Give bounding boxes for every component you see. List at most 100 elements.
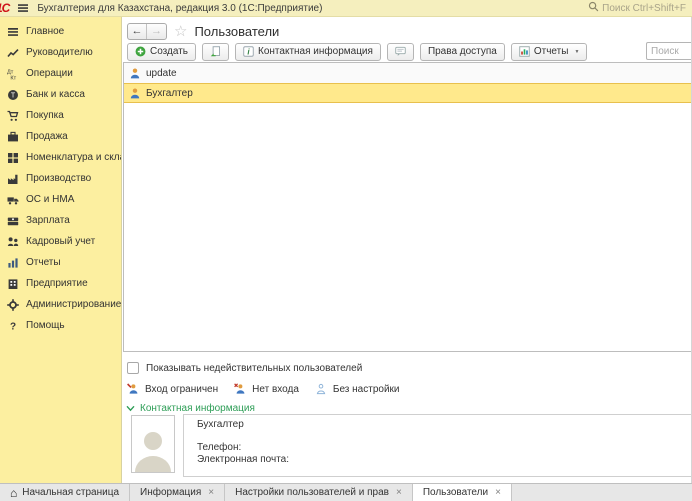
tab-informaciya[interactable]: Информация × bbox=[130, 484, 225, 501]
briefcase-icon bbox=[7, 131, 19, 143]
sidebar-item-proizvodstvo[interactable]: Производство bbox=[0, 168, 121, 189]
help-icon: ? bbox=[7, 320, 19, 332]
money-icon bbox=[7, 215, 19, 227]
window-title: Бухгалтерия для Казахстана, редакция 3.0… bbox=[37, 3, 322, 14]
svg-text:Т: Т bbox=[11, 92, 16, 99]
chevron-down-icon bbox=[126, 405, 135, 412]
user-restricted-icon bbox=[127, 383, 139, 395]
factory-icon bbox=[7, 173, 19, 185]
sidebar-item-pokupka[interactable]: Покупка bbox=[0, 105, 121, 126]
contact-name: Бухгалтер bbox=[197, 419, 692, 430]
contact-info-button-label: Контактная информация bbox=[258, 46, 373, 57]
contact-phone-label: Телефон: bbox=[197, 442, 692, 454]
sidebar-item-os-i-nma[interactable]: ОС и НМА bbox=[0, 189, 121, 210]
sidebar-item-pomosch[interactable]: ? Помощь bbox=[0, 315, 121, 336]
sidebar-item-kadrovyj-uchet[interactable]: Кадровый учет bbox=[0, 231, 121, 252]
create-button-label: Создать bbox=[150, 46, 188, 57]
sidebar-item-administrirovanie[interactable]: Администрирование bbox=[0, 294, 121, 315]
access-rights-button[interactable]: Права доступа bbox=[420, 43, 505, 61]
sidebar-item-rukovoditelyu[interactable]: Руководителю bbox=[0, 42, 121, 63]
user-name: update bbox=[146, 68, 177, 79]
forward-button[interactable]: → bbox=[147, 24, 166, 39]
create-button[interactable]: Создать bbox=[127, 43, 196, 61]
reports-button[interactable]: Отчеты ▼ bbox=[511, 43, 588, 61]
sidebar-item-label: Отчеты bbox=[26, 257, 61, 268]
sidebar-item-zarplata[interactable]: Зарплата bbox=[0, 210, 121, 231]
sidebar-item-otchety[interactable]: Отчеты bbox=[0, 252, 121, 273]
contact-info-section-toggle[interactable]: Контактная информация bbox=[126, 403, 255, 414]
home-icon: ⌂ bbox=[10, 488, 17, 498]
checkbox-icon[interactable] bbox=[127, 362, 139, 374]
tab-home[interactable]: ⌂ Начальная страница bbox=[0, 484, 130, 501]
sidebar-item-glavnoe[interactable]: Главное bbox=[0, 21, 121, 42]
tab-close-icon[interactable]: × bbox=[396, 487, 402, 498]
sidebar-item-operacii[interactable]: ДтКт Операции bbox=[0, 63, 121, 84]
user-no-login-icon bbox=[234, 383, 246, 395]
sidebar-item-label: Производство bbox=[26, 173, 91, 184]
section-header-label: Контактная информация bbox=[140, 403, 255, 414]
global-search[interactable]: Поиск Ctrl+Shift+F bbox=[588, 1, 692, 15]
people-icon bbox=[7, 236, 19, 248]
open-windows-taskbar: ⌂ Начальная страница Информация × Настро… bbox=[0, 483, 692, 501]
user-photo-placeholder bbox=[131, 415, 175, 473]
user-icon bbox=[130, 68, 140, 79]
main-menu-icon[interactable] bbox=[17, 2, 29, 14]
tab-polzovateli[interactable]: Пользователи × bbox=[413, 484, 512, 501]
copy-button[interactable] bbox=[202, 43, 229, 61]
sidebar-item-label: Главное bbox=[26, 26, 64, 37]
menu-icon bbox=[7, 26, 19, 38]
user-icon bbox=[130, 88, 140, 99]
sidebar-item-nomenklatura[interactable]: Номенклатура и склад bbox=[0, 147, 121, 168]
legend-label: Без настройки bbox=[333, 384, 400, 395]
sidebar-item-label: Помощь bbox=[26, 320, 65, 331]
sidebar-item-label: Продажа bbox=[26, 131, 68, 142]
section-panel: Главное Руководителю ДтКт Операции Т Бан… bbox=[0, 17, 122, 483]
svg-text:Кт: Кт bbox=[10, 75, 16, 80]
sidebar-item-label: Предприятие bbox=[26, 278, 88, 289]
tab-close-icon[interactable]: × bbox=[208, 487, 214, 498]
sidebar-item-label: Администрирование bbox=[26, 299, 121, 310]
sidebar-item-label: ОС и НМА bbox=[26, 194, 74, 205]
user-row-update[interactable]: update bbox=[124, 63, 692, 83]
user-no-settings-icon bbox=[315, 383, 327, 395]
report-icon bbox=[519, 46, 530, 57]
favorite-star-icon[interactable]: ☆ bbox=[174, 22, 187, 40]
tab-label: Настройки пользователей и прав bbox=[235, 487, 389, 498]
tab-label: Начальная страница bbox=[22, 487, 119, 498]
form-navigation: ← → ☆ Пользователи bbox=[127, 22, 279, 40]
sidebar-item-prodazha[interactable]: Продажа bbox=[0, 126, 121, 147]
cart-icon bbox=[7, 110, 19, 122]
legend-login-restricted: Вход ограничен bbox=[127, 383, 218, 395]
checkbox-label: Показывать недействительных пользователе… bbox=[146, 363, 362, 374]
tab-label: Пользователи bbox=[423, 487, 488, 498]
history-nav: ← → bbox=[127, 23, 167, 40]
contact-email-label: Электронная почта: bbox=[197, 454, 692, 466]
1c-logo: 1С bbox=[0, 1, 9, 15]
search-icon bbox=[588, 1, 599, 15]
tab-close-icon[interactable]: × bbox=[495, 487, 501, 498]
info-icon: i bbox=[243, 46, 254, 57]
chart-line-icon bbox=[7, 47, 19, 59]
show-invalid-users-checkbox[interactable]: Показывать недействительных пользователе… bbox=[127, 362, 362, 374]
gear-icon bbox=[7, 299, 19, 311]
sidebar-item-predpriyatie[interactable]: Предприятие bbox=[0, 273, 121, 294]
bar-chart-icon bbox=[7, 257, 19, 269]
sidebar-item-label: Номенклатура и склад bbox=[26, 152, 121, 163]
sidebar-item-label: Руководителю bbox=[26, 47, 93, 58]
user-row-buhgalter[interactable]: Бухгалтер bbox=[124, 83, 692, 103]
users-list: update Бухгалтер bbox=[123, 62, 692, 352]
legend-label: Вход ограничен bbox=[145, 384, 218, 395]
back-button[interactable]: ← bbox=[128, 24, 147, 39]
sidebar-item-bank-i-kassa[interactable]: Т Банк и касса bbox=[0, 84, 121, 105]
copy-icon bbox=[210, 46, 221, 57]
grid-icon bbox=[7, 152, 19, 164]
dt-kt-icon: ДтКт bbox=[7, 68, 19, 80]
login-status-legend: Вход ограничен Нет входа Без настройки bbox=[127, 383, 400, 395]
list-search-input[interactable] bbox=[646, 42, 692, 60]
page-title: Пользователи bbox=[194, 24, 279, 39]
user-name: Бухгалтер bbox=[146, 88, 193, 99]
coin-icon: Т bbox=[7, 89, 19, 101]
comment-button[interactable] bbox=[387, 43, 414, 61]
tab-nastrojki-polzovatelej[interactable]: Настройки пользователей и прав × bbox=[225, 484, 413, 501]
contact-info-button[interactable]: i Контактная информация bbox=[235, 43, 381, 61]
